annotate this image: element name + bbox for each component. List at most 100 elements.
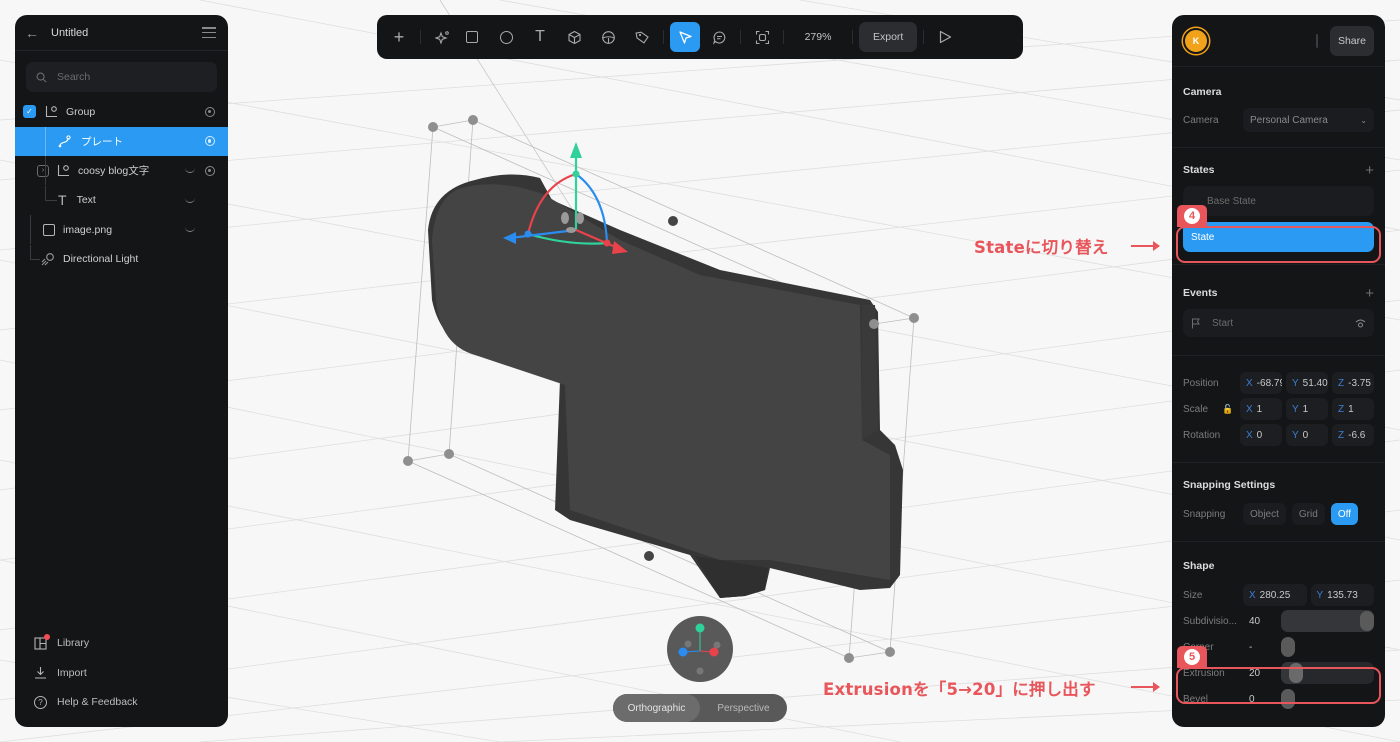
zoom-level[interactable]: 279% [790, 31, 846, 43]
edge-handle[interactable] [668, 216, 678, 226]
axis-navigation-gizmo[interactable] [667, 616, 733, 682]
text-tool[interactable]: T [525, 22, 555, 52]
layer-item-image[interactable]: image.png [15, 215, 228, 245]
library-icon [34, 633, 50, 650]
event-item-start[interactable]: Start [1183, 309, 1374, 337]
layer-tree: ✓ Group プレート › coosy blog文字 T Text image… [15, 97, 228, 274]
position-x-input[interactable]: X-68.79 [1240, 372, 1282, 394]
expand-chevron-icon[interactable]: › [37, 164, 49, 177]
user-avatar[interactable]: K [1183, 27, 1209, 54]
subdivisions-slider[interactable] [1281, 610, 1374, 632]
visibility-target-icon[interactable] [205, 106, 215, 117]
ai-generate-tool[interactable] [427, 22, 457, 52]
visibility-target-icon[interactable] [205, 165, 215, 176]
layer-label: Text [76, 194, 96, 207]
scale-x-input[interactable]: X1 [1240, 398, 1282, 420]
base-state-item[interactable]: Base State [1183, 186, 1374, 216]
scale-z-input[interactable]: Z1 [1332, 398, 1374, 420]
cube-tool[interactable] [559, 22, 589, 52]
lock-icon[interactable]: 🔓 [1222, 404, 1233, 415]
add-event-plus-icon[interactable]: + [1365, 285, 1374, 302]
circle-icon [499, 30, 513, 44]
sphere-tool[interactable] [593, 22, 623, 52]
rectangle-tool[interactable] [457, 22, 487, 52]
event-trigger-icon[interactable] [1355, 318, 1366, 328]
checkbox-checked-icon[interactable]: ✓ [23, 105, 36, 119]
layer-item-group[interactable]: ✓ Group [15, 97, 228, 127]
edge-handle[interactable] [644, 551, 654, 561]
hidden-eye-icon[interactable] [185, 168, 195, 174]
group-icon [45, 105, 58, 118]
plate-3d-object[interactable] [428, 174, 903, 598]
corner-handle[interactable] [468, 115, 478, 125]
snap-grid-option[interactable]: Grid [1291, 503, 1325, 525]
snap-object-option[interactable]: Object [1243, 503, 1286, 525]
tag-tool[interactable] [627, 22, 657, 52]
corner-slider[interactable] [1281, 636, 1374, 658]
back-arrow-icon[interactable]: ← [25, 25, 51, 41]
scale-y-input[interactable]: Y1 [1286, 398, 1328, 420]
layer-label: プレート [81, 135, 123, 148]
corner-handle[interactable] [844, 653, 854, 663]
size-x-input[interactable]: X 280.25 [1243, 584, 1307, 606]
select-tool[interactable] [670, 22, 700, 52]
orthographic-option[interactable]: Orthographic [613, 694, 700, 722]
events-section: Events + Start [1172, 265, 1385, 356]
search-placeholder: Search [57, 71, 91, 83]
corner-handle[interactable] [444, 449, 454, 459]
layer-item-directional-light[interactable]: Directional Light [15, 244, 228, 275]
library-button[interactable]: Library [15, 629, 228, 659]
comment-tool[interactable] [704, 22, 734, 52]
visibility-target-icon[interactable] [205, 136, 215, 147]
corner-handle[interactable] [869, 319, 879, 329]
corner-handle[interactable] [428, 122, 438, 132]
projection-toggle[interactable]: Orthographic Perspective [613, 694, 787, 722]
snap-off-option[interactable]: Off [1330, 503, 1358, 525]
help-feedback-button[interactable]: ? Help & Feedback [15, 688, 228, 718]
frame-tool[interactable] [747, 22, 777, 52]
properties-panel: K Share Camera Camera Personal Camera ⌄ … [1172, 15, 1385, 727]
toolbar-divider [923, 30, 925, 44]
snapping-segmented-control: Object Grid Off [1243, 503, 1358, 525]
layer-item-plate[interactable]: プレート [15, 126, 228, 156]
camera-value: Personal Camera [1250, 114, 1328, 126]
corner-handle[interactable] [885, 647, 895, 657]
tag-icon [634, 31, 649, 44]
group-icon [57, 164, 70, 177]
snapping-section: Snapping Settings Snapping Object Grid O… [1172, 463, 1385, 542]
perspective-option[interactable]: Perspective [700, 694, 787, 722]
transform-section: Position X-68.79 Y51.40 Z-3.75 Scale🔓 X1… [1172, 356, 1385, 463]
text-icon: T [58, 192, 67, 209]
corner-handle[interactable] [403, 456, 413, 466]
camera-select[interactable]: Personal Camera ⌄ [1243, 108, 1374, 132]
ellipse-tool[interactable] [491, 22, 521, 52]
rotation-z-input[interactable]: Z -6.6 [1332, 424, 1374, 446]
corner-handle[interactable] [909, 313, 919, 323]
camera-label: Camera [1183, 114, 1219, 126]
hamburger-menu-icon[interactable] [202, 27, 216, 38]
size-y-input[interactable]: Y 135.73 [1310, 584, 1374, 606]
search-input[interactable]: Search [26, 62, 217, 92]
share-button[interactable]: Share [1329, 25, 1374, 56]
import-button[interactable]: Import [15, 658, 228, 688]
document-title[interactable]: Untitled [51, 27, 202, 39]
light-icon [41, 252, 55, 266]
hidden-eye-icon[interactable] [185, 198, 195, 203]
slider-thumb[interactable] [1360, 611, 1374, 631]
rotation-y-input[interactable]: Y0 [1286, 424, 1328, 446]
layer-item-text[interactable]: T Text [15, 185, 228, 216]
slider-thumb[interactable] [1281, 637, 1295, 657]
position-z-input[interactable]: Z -3.75 [1332, 372, 1374, 394]
subdivisions-input[interactable]: 40 [1243, 610, 1281, 632]
play-button[interactable] [930, 22, 960, 52]
corner-input[interactable]: - [1243, 636, 1281, 658]
panel-footer: Library Import ? Help & Feedback [15, 629, 228, 718]
export-button[interactable]: Export [859, 22, 918, 52]
hidden-eye-icon[interactable] [185, 227, 195, 233]
position-y-input[interactable]: Y 51.40 [1286, 372, 1328, 394]
layer-item-coosy-blog-text[interactable]: › coosy blog文字 [15, 156, 228, 186]
rotation-x-input[interactable]: X0 [1240, 424, 1282, 446]
add-state-plus-icon[interactable]: + [1365, 162, 1374, 179]
panel-header: K Share [1172, 15, 1385, 67]
add-button[interactable]: + [384, 22, 414, 52]
